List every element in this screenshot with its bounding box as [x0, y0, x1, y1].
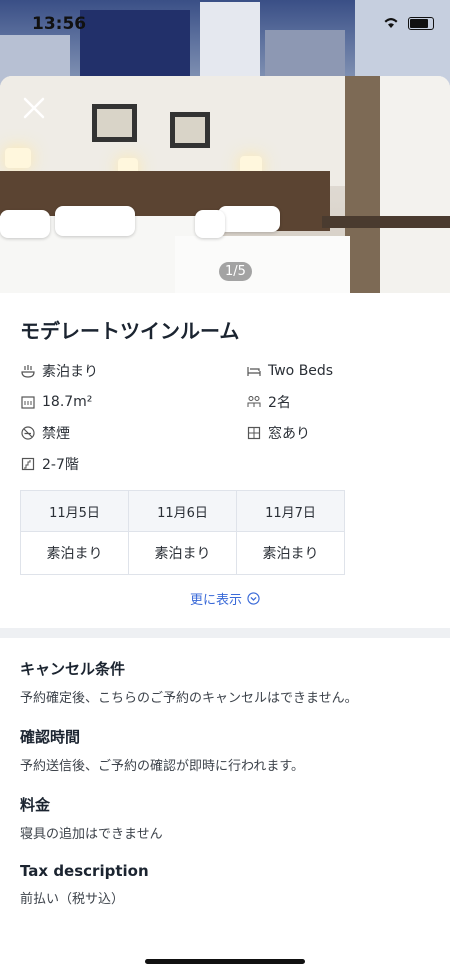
home-indicator[interactable] [145, 959, 305, 964]
tax-title: Tax description [20, 862, 149, 880]
cancellation-title: キャンセル条件 [20, 660, 126, 678]
bed-icon [247, 366, 261, 376]
close-icon[interactable] [22, 96, 46, 120]
amenity-label: 禁煙 [42, 425, 70, 442]
confirmation-title: 確認時間 [20, 728, 81, 746]
amenity-meal: 素泊まり [20, 360, 246, 381]
date-plan-table: 11月5日 11月6日 11月7日 素泊まり 素泊まり 素泊まり [20, 490, 345, 575]
amenity-label: 2-7階 [42, 456, 79, 473]
fee-title: 料金 [20, 796, 51, 814]
amenity-label: Two Beds [268, 362, 334, 379]
amenity-label: 素泊まり [42, 363, 98, 380]
amenity-area: 18.7m² [20, 391, 246, 412]
plan-cell: 素泊まり [20, 531, 129, 575]
room-photo[interactable]: 1/5 [0, 76, 450, 293]
date-header: 11月7日 [236, 490, 345, 532]
photo-counter: 1/5 [219, 262, 252, 281]
status-time: 13:56 [32, 14, 87, 34]
date-header: 11月5日 [20, 490, 129, 532]
policy-section: キャンセル条件 予約確定後、こちらのご予約のキャンセルはできません。 確認時間 … [0, 658, 450, 907]
cancellation-text: 予約確定後、こちらのご予約のキャンセルはできません。 [20, 691, 358, 706]
amenity-window: 窓あり [246, 422, 430, 443]
no-smoking-icon [21, 425, 35, 440]
amenity-label: 2名 [268, 394, 291, 411]
amenity-beds: Two Beds [246, 360, 430, 381]
guests-icon [247, 395, 261, 407]
status-bar: 13:56 [0, 0, 450, 50]
fee-text: 寝具の追加はできません [20, 827, 163, 842]
table-row: 素泊まり 素泊まり 素泊まり [20, 531, 345, 575]
show-more-button[interactable]: 更に表示 [20, 589, 430, 608]
area-icon [21, 395, 35, 409]
show-more-label: 更に表示 [189, 593, 242, 608]
battery-icon [408, 17, 434, 30]
picture-frame [92, 104, 137, 142]
amenity-guests: 2名 [246, 391, 430, 412]
window-icon [247, 426, 261, 439]
picture-frame [170, 112, 210, 148]
amenity-list: 素泊まり Two Beds 18.7m² 2名 禁煙 窓あり 2-7階 [20, 360, 430, 474]
date-header: 11月6日 [128, 490, 237, 532]
room-detail-sheet: 1/5 モデレートツインルーム 素泊まり Two Beds 18.7m² 2名 [0, 76, 450, 972]
amenity-floor: 2-7階 [20, 453, 246, 474]
plan-cell: 素泊まり [236, 531, 345, 575]
confirmation-text: 予約送信後、ご予約の確認が即時に行われます。 [20, 759, 305, 774]
chevron-down-circle-icon [247, 592, 260, 605]
amenity-label: 窓あり [268, 425, 310, 442]
section-divider [0, 628, 450, 638]
amenity-label: 18.7m² [42, 393, 93, 410]
floor-icon [21, 457, 35, 470]
amenity-smoking: 禁煙 [20, 422, 246, 443]
room-title: モデレートツインルーム [20, 319, 240, 343]
meal-icon [21, 364, 35, 378]
plan-cell: 素泊まり [128, 531, 237, 575]
tax-text: 前払い（税サ込） [20, 892, 125, 907]
table-header-row: 11月5日 11月6日 11月7日 [20, 490, 345, 532]
wifi-icon [382, 14, 400, 33]
